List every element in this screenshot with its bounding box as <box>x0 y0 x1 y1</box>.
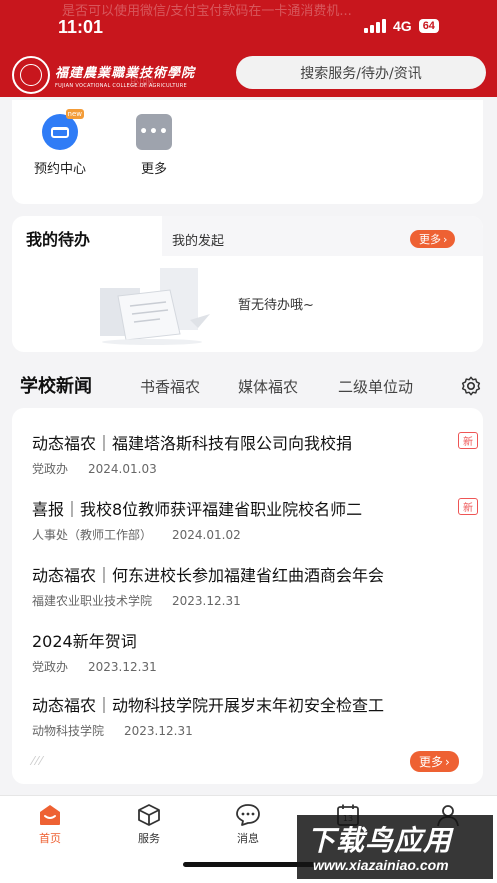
sofa-icon: new <box>42 109 84 150</box>
tab-services[interactable]: 服务 <box>119 802 179 846</box>
school-seal-icon <box>12 56 50 94</box>
search-input[interactable]: 搜索服务/待办/资讯 <box>236 56 486 89</box>
news-source: 党政办 <box>32 660 69 674</box>
news-more-button[interactable]: 更多 › <box>410 751 459 772</box>
empty-state-illustration <box>100 268 210 345</box>
news-source: 人事处（教师工作部） <box>32 528 153 542</box>
tab-messages[interactable]: 消息 <box>218 802 278 846</box>
chevron-right-icon: › <box>445 754 450 769</box>
tab-my-todo-label: 我的待办 <box>26 230 91 249</box>
signal-icon <box>364 19 386 33</box>
news-title: 动态福农｜何东进校长参加福建省红曲酒商会年会 <box>32 566 385 585</box>
chevron-right-icon: › <box>443 232 448 246</box>
watermark-main-text: 下载鸟应用 <box>307 824 453 857</box>
cube-icon <box>135 802 163 828</box>
search-placeholder: 搜索服务/待办/资讯 <box>300 65 422 82</box>
tab-media[interactable]: 媒体福农 <box>238 376 298 397</box>
news-source: 动物科技学院 <box>32 724 105 738</box>
watermark: 下载鸟应用 www.xiazainiao.com <box>297 815 493 879</box>
new-badge: 新 <box>458 498 478 515</box>
tab-secondary-units[interactable]: 二级单位动 <box>338 376 413 397</box>
quick-item-label: 预约中心 <box>33 162 86 177</box>
news-title: 喜报｜我校8位教师获评福建省职业院校名师二 <box>32 500 363 519</box>
news-date: 2023.12.31 <box>172 594 241 608</box>
news-meta: 人事处（教师工作部） 2024.01.02 <box>32 526 241 543</box>
news-meta: 福建农业职业技术学院 2023.12.31 <box>32 592 241 609</box>
battery-icon: 64 <box>418 19 439 33</box>
school-logo: 福建農業職業技術學院 FUJIAN VOCATIONAL COLLEGE OF … <box>12 56 195 94</box>
news-title: 动态福农｜福建塔洛斯科技有限公司向我校捐 <box>32 434 353 453</box>
quick-item-more[interactable]: ••• 更多 <box>124 114 184 177</box>
tab-services-label: 服务 <box>138 832 160 845</box>
tab-home[interactable]: 首页 <box>20 802 80 846</box>
news-date: 2024.01.02 <box>172 528 241 542</box>
news-header: 学校新闻 书香福农 媒体福农 二级单位动 <box>0 366 497 404</box>
todo-card: 我的待办 我的发起 更多 › 暂无待办哦~ <box>12 216 483 352</box>
notification-ghost-text: 是否可以使用微信/支付宝付款码在一卡通消费机... <box>62 4 352 19</box>
news-more-label: 更多 <box>419 755 444 769</box>
news-source: 党政办 <box>32 462 69 476</box>
new-badge-icon: new <box>65 109 84 119</box>
tab-shuxiang[interactable]: 书香福农 <box>140 376 200 397</box>
todo-more-button[interactable]: 更多 › <box>410 230 456 248</box>
school-name-en: FUJIAN VOCATIONAL COLLEGE OF AGRICULTURE <box>55 82 187 89</box>
empty-todo-text: 暂无待办哦~ <box>238 298 314 313</box>
watermark-url: www.xiazainiao.com <box>313 857 449 873</box>
news-section-title: 学校新闻 <box>20 376 92 397</box>
news-source: 福建农业职业技术学院 <box>32 594 153 608</box>
new-badge: 新 <box>458 432 478 449</box>
chat-bubble-icon <box>234 802 262 828</box>
news-date: 2023.12.31 <box>88 660 157 674</box>
news-date: 2023.12.31 <box>124 724 193 738</box>
home-icon <box>36 802 64 828</box>
quick-item-reservation[interactable]: new 预约中心 <box>30 109 90 177</box>
news-meta: 党政办 2023.12.31 <box>32 658 157 675</box>
school-name-cn: 福建農業職業技術學院 <box>55 65 196 81</box>
news-list-card: 动态福农｜福建塔洛斯科技有限公司向我校捐 新 党政办 2024.01.03 喜报｜… <box>12 408 483 784</box>
more-dots-icon: ••• <box>136 114 172 150</box>
tab-my-initiated-label: 我的发起 <box>172 234 225 249</box>
status-time: 11:01 <box>58 17 104 37</box>
todo-more-label: 更多 <box>419 233 441 246</box>
tab-home-label: 首页 <box>39 832 61 845</box>
status-indicators: 4G 64 <box>364 18 439 34</box>
news-title: 动态福农｜动物科技学院开展岁末年初安全检查工 <box>32 696 385 715</box>
network-type: 4G <box>393 18 412 34</box>
app-header: 是否可以使用微信/支付宝付款码在一卡通消费机... 的服 11:01 4G 64… <box>0 0 497 97</box>
quick-access-card: new 预约中心 ••• 更多 <box>12 100 483 204</box>
news-meta: 动物科技学院 2023.12.31 <box>32 722 193 739</box>
decorative-marks-icon: ⁄⁄⁄ <box>32 754 45 768</box>
quick-item-label: 更多 <box>140 162 167 177</box>
news-title: 2024新年贺词 <box>32 632 137 651</box>
news-date: 2024.01.03 <box>88 462 157 476</box>
news-meta: 党政办 2024.01.03 <box>32 460 157 477</box>
news-tabs: 书香福农 媒体福农 二级单位动 <box>140 366 430 404</box>
gear-icon[interactable] <box>460 375 482 397</box>
tab-messages-label: 消息 <box>237 832 259 845</box>
todo-tabs: 我的待办 我的发起 更多 › <box>12 216 483 256</box>
